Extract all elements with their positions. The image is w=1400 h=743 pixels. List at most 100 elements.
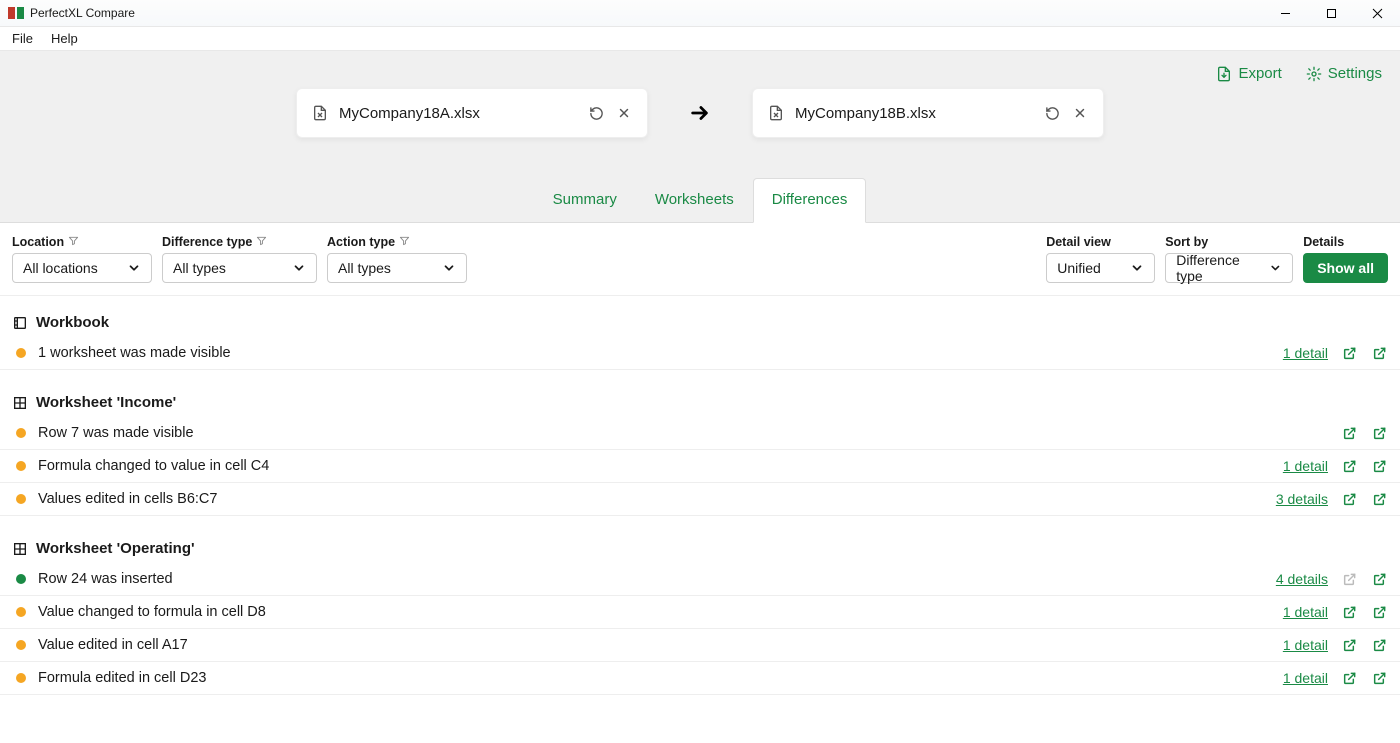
diff-type-label: Difference type [162, 235, 317, 249]
diff-row[interactable]: Row 24 was inserted 4 details [0, 563, 1400, 596]
details-link[interactable]: 1 detail [1283, 637, 1328, 653]
settings-button[interactable]: Settings [1306, 65, 1382, 82]
sort-by-select[interactable]: Difference type [1165, 253, 1293, 283]
sort-by-label: Sort by [1165, 235, 1293, 249]
funnel-icon [68, 235, 79, 249]
diff-text: Value changed to formula in cell D8 [38, 604, 1271, 620]
diff-type-select[interactable]: All types [162, 253, 317, 283]
menubar: File Help [0, 27, 1400, 51]
status-dot-icon [16, 607, 26, 617]
open-external-icon [1342, 571, 1358, 587]
export-button[interactable]: Export [1216, 65, 1281, 82]
action-type-select[interactable]: All types [327, 253, 467, 283]
open-external-icon[interactable] [1372, 458, 1388, 474]
diff-text: Value edited in cell A17 [38, 637, 1271, 653]
tab-differences[interactable]: Differences [753, 178, 867, 223]
status-dot-icon [16, 673, 26, 683]
menu-help[interactable]: Help [43, 29, 86, 48]
open-external-icon[interactable] [1342, 491, 1358, 507]
close-window-button[interactable] [1354, 0, 1400, 27]
i-grid-icon [12, 395, 28, 411]
i-book-icon [12, 315, 28, 331]
titlebar: PerfectXL Compare [0, 0, 1400, 27]
details-link[interactable]: 4 details [1276, 571, 1328, 587]
close-icon[interactable] [615, 104, 633, 122]
open-external-icon[interactable] [1342, 637, 1358, 653]
diff-row[interactable]: 1 worksheet was made visible 1 detail [0, 337, 1400, 370]
menu-file[interactable]: File [4, 29, 41, 48]
undo-icon[interactable] [587, 104, 605, 122]
chevron-down-icon [442, 261, 456, 275]
maximize-button[interactable] [1308, 0, 1354, 27]
location-select[interactable]: All locations [12, 253, 152, 283]
chevron-down-icon [292, 261, 306, 275]
filter-bar: Location All locations Difference type A… [0, 222, 1400, 296]
tab-worksheets[interactable]: Worksheets [636, 178, 753, 223]
details-link[interactable]: 1 detail [1283, 604, 1328, 620]
diff-row[interactable]: Formula edited in cell D23 1 detail [0, 662, 1400, 695]
status-dot-icon [16, 428, 26, 438]
details-link[interactable]: 3 details [1276, 491, 1328, 507]
open-external-icon[interactable] [1342, 670, 1358, 686]
open-external-icon[interactable] [1372, 604, 1388, 620]
diff-row[interactable]: Row 7 was made visible [0, 417, 1400, 450]
settings-label: Settings [1328, 65, 1382, 82]
status-dot-icon [16, 461, 26, 471]
status-dot-icon [16, 640, 26, 650]
show-all-button[interactable]: Show all [1303, 253, 1388, 283]
open-external-icon[interactable] [1372, 637, 1388, 653]
section-header: Worksheet 'Income' [0, 370, 1400, 417]
section-header: Worksheet 'Operating' [0, 516, 1400, 563]
open-external-icon[interactable] [1342, 604, 1358, 620]
open-external-icon[interactable] [1342, 345, 1358, 361]
details-link[interactable]: 1 detail [1283, 345, 1328, 361]
window-controls [1262, 0, 1400, 27]
diff-row[interactable]: Values edited in cells B6:C7 3 details [0, 483, 1400, 516]
diff-row[interactable]: Formula changed to value in cell C4 1 de… [0, 450, 1400, 483]
i-grid-icon [12, 541, 28, 557]
diff-text: Row 7 was made visible [38, 425, 1330, 441]
open-external-icon[interactable] [1372, 670, 1388, 686]
open-external-icon[interactable] [1372, 571, 1388, 587]
open-external-icon[interactable] [1372, 345, 1388, 361]
open-external-icon[interactable] [1342, 458, 1358, 474]
details-link[interactable]: 1 detail [1283, 458, 1328, 474]
section-header: Workbook [0, 296, 1400, 337]
status-dot-icon [16, 348, 26, 358]
funnel-icon [399, 235, 410, 249]
arrow-right-icon [678, 102, 722, 124]
undo-icon[interactable] [1043, 104, 1061, 122]
chevron-down-icon [1269, 261, 1282, 275]
open-external-icon[interactable] [1342, 425, 1358, 441]
file-card-right: MyCompany18B.xlsx [752, 88, 1104, 138]
diff-row[interactable]: Value changed to formula in cell D8 1 de… [0, 596, 1400, 629]
open-external-icon[interactable] [1372, 425, 1388, 441]
results-list[interactable]: Workbook 1 worksheet was made visible 1 … [0, 296, 1400, 728]
chevron-down-icon [1130, 261, 1144, 275]
section-title: Workbook [36, 314, 109, 331]
header-region: Export Settings MyCompany18A.xlsx MyComp… [0, 51, 1400, 222]
diff-text: Values edited in cells B6:C7 [38, 491, 1264, 507]
file-icon [767, 104, 785, 122]
action-type-label: Action type [327, 235, 467, 249]
diff-text: Formula edited in cell D23 [38, 670, 1271, 686]
funnel-icon [256, 235, 267, 249]
status-dot-icon [16, 494, 26, 504]
tabs: Summary Worksheets Differences [0, 177, 1400, 222]
minimize-button[interactable] [1262, 0, 1308, 27]
file-icon [311, 104, 329, 122]
status-dot-icon [16, 574, 26, 584]
file-name-left: MyCompany18A.xlsx [339, 105, 577, 122]
tab-summary[interactable]: Summary [534, 178, 636, 223]
detail-view-select[interactable]: Unified [1046, 253, 1155, 283]
section-title: Worksheet 'Operating' [36, 540, 195, 557]
details-label: Details [1303, 235, 1388, 249]
file-card-left: MyCompany18A.xlsx [296, 88, 648, 138]
open-external-icon[interactable] [1372, 491, 1388, 507]
details-link[interactable]: 1 detail [1283, 670, 1328, 686]
chevron-down-icon [127, 261, 141, 275]
section-title: Worksheet 'Income' [36, 394, 176, 411]
close-icon[interactable] [1071, 104, 1089, 122]
diff-row[interactable]: Value edited in cell A17 1 detail [0, 629, 1400, 662]
export-label: Export [1238, 65, 1281, 82]
